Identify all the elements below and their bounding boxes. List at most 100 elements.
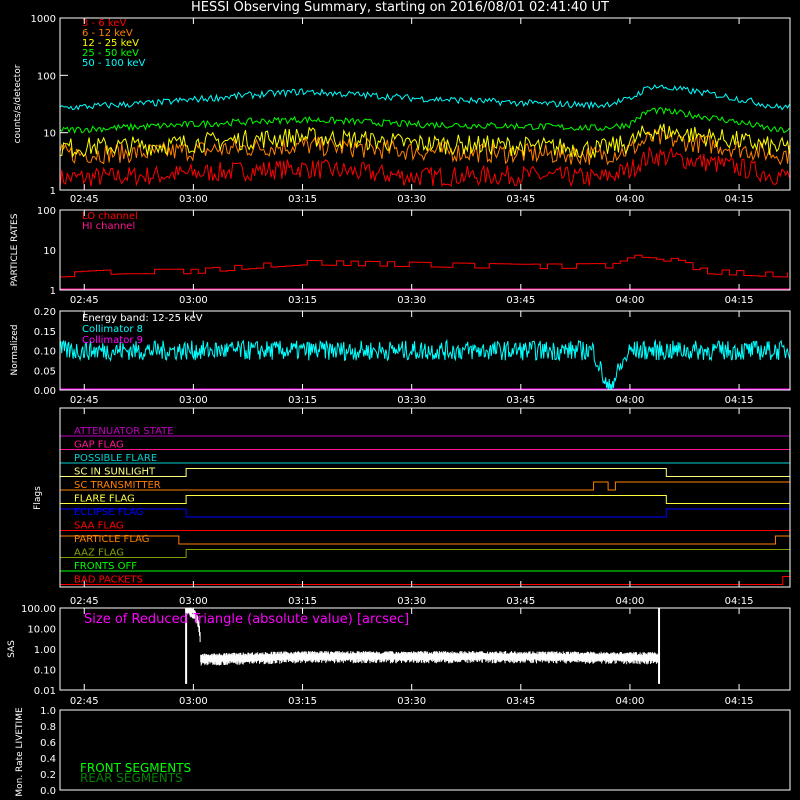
flag-line-11 xyxy=(60,576,791,585)
flag-label-1: GAP FLAG xyxy=(74,440,124,451)
count-xtick-label: 03:30 xyxy=(397,194,426,205)
sas-ytick-label: 10.00 xyxy=(27,625,56,636)
live-ylabel: Mon. Rate LIVETIME xyxy=(15,707,25,797)
particle-ytick-label: 1 xyxy=(50,286,56,297)
modulation-panel: 0.00 0.05 0.10 0.15 0.20 Energy band: 12-25 k… xyxy=(10,307,791,406)
flag-label-5: FLARE FLAG xyxy=(74,494,135,505)
particle-xtick-label: 03:15 xyxy=(288,295,317,306)
count-ytick-label: 1 xyxy=(50,186,56,197)
flags-xtick-label: 03:00 xyxy=(179,596,208,607)
flag-label-10: FRONTS OFF xyxy=(74,561,137,572)
count-ytick-label: 1000 xyxy=(31,14,56,25)
particle-frame xyxy=(59,209,791,291)
sas-ytick-label: 1.00 xyxy=(34,645,56,656)
flags-xtick-label: 03:30 xyxy=(397,596,426,607)
count-xtick-label: 03:45 xyxy=(506,194,535,205)
count-rates-panel: 1101001000 3 - 6 keV6 - 12 keV12 - 25 keV… xyxy=(13,14,791,205)
sas-ytick-label: 100.00 xyxy=(21,604,56,615)
particle-ytick-label: 10 xyxy=(43,246,56,257)
mod-xtick-label: 03:00 xyxy=(179,395,208,406)
flag-label-3: SC IN SUNLIGHT xyxy=(74,467,156,478)
flags-xtick-label: 03:15 xyxy=(288,596,317,607)
series-line-1 xyxy=(59,128,790,166)
count-xtick-label: 03:00 xyxy=(179,194,208,205)
livetime-panel: 0.00.20.40.60.81.0FRONT SEGMENTSREAR SEG… xyxy=(15,706,791,797)
sas-xtick-label: 03:30 xyxy=(397,696,426,707)
mod-ytick-label: 0.05 xyxy=(34,366,56,377)
mod-xtick-label: 04:00 xyxy=(616,395,645,406)
flag-line-4 xyxy=(60,481,791,491)
flag-label-2: POSSIBLE FLARE xyxy=(74,453,157,464)
live-legend-1: REAR SEGMENTS xyxy=(80,771,183,785)
flag-label-0: ATTENUATOR STATE xyxy=(74,426,174,437)
flag-label-9: AAZ FLAG xyxy=(74,548,124,559)
particle-xtick-label: 02:45 xyxy=(70,295,99,306)
flags-xtick-label: 03:45 xyxy=(506,596,535,607)
live-ytick-label: 0.0 xyxy=(40,786,56,797)
sas-xtick-label: 03:15 xyxy=(288,696,317,707)
sas-ytick-label: 0.10 xyxy=(34,666,56,677)
sas-ytick-label: 0.01 xyxy=(34,686,56,697)
series-line-3 xyxy=(59,106,790,135)
mod-xtick-label: 02:45 xyxy=(70,395,99,406)
sas-xtick-label: 04:00 xyxy=(616,696,645,707)
particle-xtick-label: 03:45 xyxy=(506,295,535,306)
particle-ylabel: PARTICLE RATES xyxy=(10,213,20,286)
mod-ytick-label: 0.15 xyxy=(34,327,56,338)
flag-line-3 xyxy=(60,468,790,477)
flag-line-6 xyxy=(60,508,790,518)
mod-ytick-label: 0.10 xyxy=(34,347,56,358)
sas-xtick-label: 03:00 xyxy=(179,696,208,707)
particle-legend-1: HI channel xyxy=(82,221,135,232)
mod-ylabel: Normalized xyxy=(10,324,20,375)
flags-panel: ATTENUATOR STATE GAP FLAG POSSIBLE FLARE SC… xyxy=(33,407,791,607)
mod-legend-0: Collimator 8 xyxy=(82,324,143,335)
live-ytick-label: 0.2 xyxy=(40,770,56,781)
energy-band-label: Energy band: 12-25 keV xyxy=(82,313,203,324)
count-ylabel: counts/s/detector xyxy=(13,64,23,143)
lo-channel-line xyxy=(60,254,789,278)
mod-xtick-label: 03:45 xyxy=(506,395,535,406)
sas-xtick-label: 02:45 xyxy=(70,696,99,707)
legend-4: 50 - 100 keV xyxy=(82,58,146,69)
mod-xtick-label: 04:15 xyxy=(725,395,754,406)
count-xtick-label: 04:15 xyxy=(725,194,754,205)
series-line-4 xyxy=(59,84,790,111)
collimator-8-line xyxy=(59,338,791,391)
mod-xtick-label: 03:30 xyxy=(397,395,426,406)
live-ytick-label: 0.4 xyxy=(40,754,56,765)
mod-ytick-label: 0.00 xyxy=(34,386,56,397)
flag-line-9 xyxy=(60,549,791,558)
summary-plots: 1101001000 3 - 6 keV6 - 12 keV12 - 25 keV… xyxy=(7,14,791,797)
particle-rates-panel: 110100 LO channelHI channel02:45 03:00 03:1… xyxy=(10,206,791,306)
particle-xtick-label: 03:00 xyxy=(179,295,208,306)
sas-panel: 0.01 0.10 1.00 10.00 100.00 Size of Reduced T… xyxy=(7,604,791,707)
live-ytick-label: 0.8 xyxy=(40,722,56,733)
live-ytick-label: 1.0 xyxy=(40,706,56,717)
count-ytick-label: 100 xyxy=(37,71,56,82)
flag-line-5 xyxy=(60,495,790,504)
mod-ytick-label: 0.20 xyxy=(34,307,56,318)
flag-line-8 xyxy=(60,535,790,545)
flags-ylabel: Flags xyxy=(33,486,43,510)
sas-annotation: Size of Reduced Triangle (absolute value… xyxy=(84,612,409,627)
flags-xtick-label: 02:45 xyxy=(70,596,99,607)
flag-label-7: SAA FLAG xyxy=(74,521,124,532)
sas-xtick-label: 04:15 xyxy=(725,696,754,707)
flags-xtick-label: 04:15 xyxy=(725,596,754,607)
particle-xtick-label: 04:00 xyxy=(616,295,645,306)
series-line-2 xyxy=(59,123,790,159)
mod-legend-1: Collimator 9 xyxy=(82,335,143,346)
count-xtick-label: 03:15 xyxy=(288,194,317,205)
sas-xtick-label: 03:45 xyxy=(506,696,535,707)
live-ytick-label: 0.6 xyxy=(40,738,56,749)
count-ytick-label: 10 xyxy=(43,129,56,140)
count-xtick-label: 04:00 xyxy=(616,194,645,205)
sas-ylabel: SAS xyxy=(7,640,17,658)
particle-xtick-label: 03:30 xyxy=(397,295,426,306)
particle-ytick-label: 100 xyxy=(37,206,56,217)
flag-label-6: ECLIPSE FLAG xyxy=(74,507,144,518)
flag-label-8: PARTICLE FLAG xyxy=(74,534,150,545)
mod-xtick-label: 03:15 xyxy=(288,395,317,406)
count-xtick-label: 02:45 xyxy=(70,194,99,205)
